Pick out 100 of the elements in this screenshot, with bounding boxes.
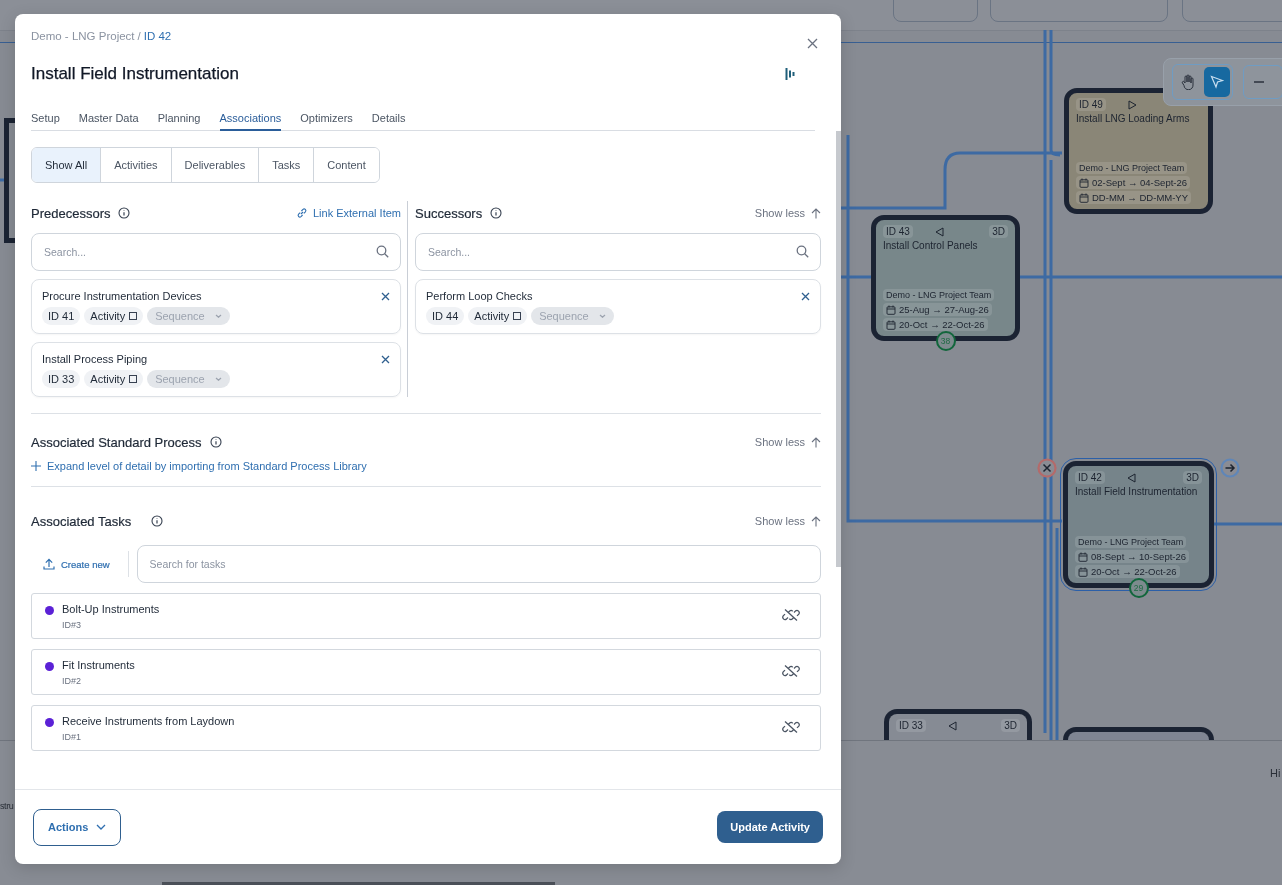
node-id: ID 49: [1076, 98, 1106, 111]
type-label: Activity: [474, 310, 510, 322]
triangle-icon: [1127, 99, 1137, 110]
checkbox[interactable]: [513, 312, 522, 320]
filter-button[interactable]: Show All: [32, 148, 101, 182]
filter-button[interactable]: Content: [313, 148, 379, 182]
chevron-down-icon: [214, 376, 222, 382]
tab[interactable]: Master Data: [78, 112, 139, 131]
duration-badge: 3D: [1001, 719, 1020, 732]
calendar-icon: [1078, 566, 1088, 577]
update-activity-button[interactable]: Update Activity: [717, 811, 823, 843]
activity-node[interactable]: ID 49 Install LNG Loading Arms Demo - LNG Project Team 02-Sept → 04-Sept-26 DD-MM → DD-MM-YY: [1064, 88, 1213, 214]
triangle-icon: [934, 226, 944, 237]
tab[interactable]: Planning: [157, 112, 201, 131]
task-id: ID#3: [62, 620, 82, 630]
team-label: Demo - LNG Project Team: [1075, 536, 1187, 548]
chevron-down-icon: [96, 824, 107, 830]
info-icon: [118, 207, 131, 219]
tab[interactable]: Optimizers: [300, 112, 353, 131]
calendar-icon: [886, 304, 896, 315]
duration-badge: 3D: [1183, 471, 1202, 484]
upload-icon: [43, 558, 55, 570]
date-range: 02-Sept → 04-Sept-26: [1092, 177, 1188, 188]
search-icon: [796, 245, 809, 258]
close-icon[interactable]: [381, 354, 390, 364]
tab[interactable]: Details: [371, 112, 406, 131]
breadcrumb-current: ID 42: [143, 30, 172, 42]
id-chip: ID 41: [42, 307, 81, 325]
date-range: 08-Sept → 10-Sept-26: [1091, 551, 1187, 562]
chevron-down-icon: [598, 313, 606, 319]
task-id: ID#1: [62, 732, 82, 742]
breadcrumb-separator: /: [137, 30, 141, 42]
search-icon: [376, 245, 389, 258]
pointer-tool-button[interactable]: [1204, 67, 1230, 97]
pointer-icon: [1210, 75, 1224, 89]
task-card[interactable]: Fit Instruments ID#2: [31, 649, 821, 695]
link-icon: [295, 207, 308, 219]
activity-node[interactable]: ID 33 3D: [884, 709, 1032, 740]
task-id: ID#2: [62, 676, 82, 686]
date-range: DD-MM → DD-MM-YY: [1092, 192, 1189, 203]
tab[interactable]: Associations: [219, 112, 282, 131]
checkbox[interactable]: [129, 375, 138, 383]
show-less-toggle[interactable]: Show less: [754, 436, 821, 448]
section-title: Predecessors: [31, 205, 111, 221]
link-external-button[interactable]: Link External Item: [295, 207, 401, 219]
import-link[interactable]: Expand level of detail by importing from Standard Process Library: [31, 460, 367, 472]
duration-badge: 3D: [989, 225, 1008, 238]
task-name: Receive Instruments from Laydown: [62, 715, 236, 727]
chevron-down-icon: [214, 313, 222, 319]
hand-icon: [1181, 74, 1195, 90]
search-field[interactable]: Search...: [31, 233, 401, 271]
type-label: Activity: [90, 373, 126, 385]
item-name: Perform Loop Checks: [426, 290, 533, 302]
triangle-icon: [1126, 472, 1136, 483]
calendar-icon: [1079, 177, 1089, 188]
node-title: Install LNG Loading Arms: [1076, 113, 1191, 124]
task-name: Bolt-Up Instruments: [62, 603, 161, 615]
date-range: 25-Aug → 27-Aug-26: [899, 304, 989, 315]
search-field[interactable]: Search...: [415, 233, 821, 271]
task-card[interactable]: Bolt-Up Instruments ID#3: [31, 593, 821, 639]
node-id: ID 33: [896, 719, 926, 732]
info-icon: [490, 207, 503, 219]
arrow-circle-icon[interactable]: [1220, 458, 1240, 478]
item-name: Procure Instrumentation Devices: [42, 290, 202, 302]
triangle-icon: [947, 720, 957, 731]
node-title: Install Control Panels: [883, 240, 979, 251]
actions-button[interactable]: Actions: [33, 808, 122, 846]
arrow-up-icon: [811, 436, 821, 448]
close-circle-icon[interactable]: [1037, 458, 1057, 478]
close-icon[interactable]: [807, 38, 818, 49]
create-new-button[interactable]: Create new: [31, 551, 129, 577]
section-title: Successors: [415, 205, 483, 221]
close-icon[interactable]: [381, 291, 390, 301]
unlink-icon: [782, 608, 800, 622]
date-range: 20-Oct → 22-Oct-26: [899, 319, 985, 330]
show-less-toggle[interactable]: Show less: [754, 207, 821, 219]
task-name: Fit Instruments: [62, 659, 136, 671]
calendar-icon: [1078, 551, 1088, 562]
node-id: ID 43: [883, 225, 913, 238]
unlink-icon: [782, 664, 800, 678]
checkbox[interactable]: [129, 312, 138, 320]
node-title: Install Field Instrumentation: [1075, 486, 1199, 497]
arrow-up-icon: [811, 207, 821, 219]
arrow-up-icon: [811, 515, 821, 527]
team-label: Demo - LNG Project Team: [1076, 162, 1188, 174]
task-card[interactable]: Receive Instruments from Laydown ID#1: [31, 705, 821, 751]
tab[interactable]: Setup: [31, 112, 60, 131]
close-icon[interactable]: [801, 291, 810, 301]
show-less-toggle[interactable]: Show less: [754, 515, 821, 527]
team-label: Demo - LNG Project Team: [883, 289, 995, 301]
section-title: Associated Tasks: [31, 513, 132, 529]
calendar-icon: [886, 319, 896, 330]
unlink-icon: [782, 720, 800, 734]
task-search-field[interactable]: Search for tasks: [136, 545, 821, 583]
node-id: ID 42: [1075, 471, 1105, 484]
id-chip: ID 44: [426, 307, 465, 325]
item-name: Install Process Piping: [42, 353, 148, 365]
panel-icon[interactable]: [785, 67, 795, 81]
date-range: 20-Oct → 22-Oct-26: [1091, 566, 1177, 577]
panel-text: Hi: [1270, 767, 1281, 779]
